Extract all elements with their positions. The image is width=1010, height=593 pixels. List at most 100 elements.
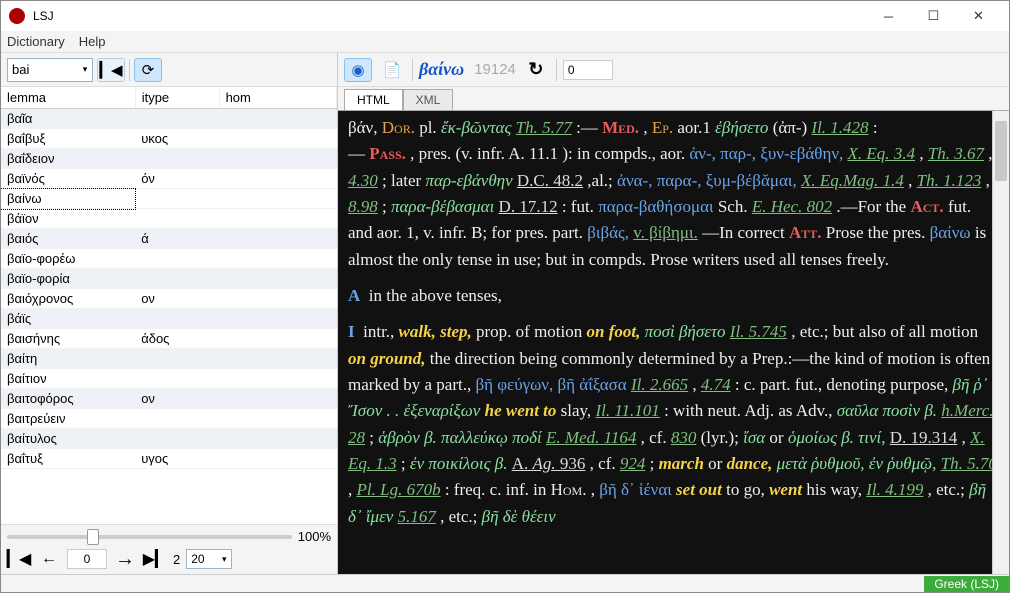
cell-lemma: βαϊο-φορέω: [1, 249, 135, 269]
col-itype[interactable]: itype: [135, 87, 219, 109]
scrollbar-thumb[interactable]: [995, 121, 1007, 181]
table-row[interactable]: βαϊο-φορία: [1, 269, 337, 289]
cell-lemma: βαΐβυξ: [1, 129, 135, 149]
left-panel: ▾ ▎◀ ⟳ lemma itype hom βαῖαβαΐβυξυκοςβαΐ…: [1, 53, 338, 574]
counter-input[interactable]: [563, 60, 613, 80]
table-row[interactable]: βαϊνόςόν: [1, 169, 337, 189]
table-row[interactable]: βαίτυλος: [1, 429, 337, 449]
table-row[interactable]: βαϊο-φορέω: [1, 249, 337, 269]
table-row[interactable]: βάϊον: [1, 209, 337, 229]
cell-itype: [135, 309, 219, 329]
cell-hom: [219, 209, 336, 229]
sync-button[interactable]: ↻: [522, 58, 550, 82]
ref-link[interactable]: Th. 5.70: [941, 454, 997, 473]
zoom-slider[interactable]: [7, 535, 292, 539]
nav-last[interactable]: ▶▎: [143, 548, 167, 570]
ref-link[interactable]: Pl. Lg. 670b: [357, 480, 441, 499]
table-row[interactable]: βάϊς: [1, 309, 337, 329]
cell-hom: [219, 389, 336, 409]
cell-itype: [135, 409, 219, 429]
nav-next[interactable]: →: [113, 548, 137, 570]
right-panel: ◉ 📄 βαίνω 19124 ↻ HTML XML βάν, Dor. pl.…: [338, 53, 1009, 574]
table-row[interactable]: βαίτιον: [1, 369, 337, 389]
dropdown-icon[interactable]: ▾: [217, 554, 231, 565]
ref-link[interactable]: X. Eq. 3.4: [848, 144, 916, 163]
entry-content[interactable]: βάν, Dor. pl. ἔκ-βῶντας Th. 5.77 :— Med.…: [338, 111, 1009, 574]
nav-first[interactable]: ▎◀: [7, 548, 31, 570]
cell-hom: [219, 129, 336, 149]
tab-html[interactable]: HTML: [344, 89, 403, 110]
table-row[interactable]: βαΐτυξυγος: [1, 449, 337, 469]
ref-link[interactable]: Th. 1.123: [917, 171, 982, 190]
ref-link[interactable]: X. Eq.Mag. 1.4: [801, 171, 904, 190]
ref-link[interactable]: 5.167: [398, 507, 436, 526]
minimize-button[interactable]: ─: [866, 1, 911, 31]
cell-hom: [219, 289, 336, 309]
ref-link[interactable]: Th. 3.67: [928, 144, 984, 163]
cell-hom: [219, 149, 336, 169]
ref-link[interactable]: E. Med. 1164: [546, 428, 636, 447]
page-size[interactable]: [187, 552, 217, 566]
ref-link[interactable]: v. βίβημι.: [633, 223, 698, 242]
ref-link[interactable]: 4.74: [701, 375, 731, 394]
table-row[interactable]: βαισήνηςάδος: [1, 329, 337, 349]
close-button[interactable]: ✕: [956, 1, 1001, 31]
dropdown-icon[interactable]: ▾: [78, 64, 92, 75]
ref-link[interactable]: 4.30: [348, 171, 378, 190]
slider-thumb[interactable]: [87, 529, 99, 545]
table-row[interactable]: βαῖα: [1, 109, 337, 129]
table-row[interactable]: βαΐδειον: [1, 149, 337, 169]
app-icon: [9, 8, 25, 24]
table-row[interactable]: βαΐβυξυκος: [1, 129, 337, 149]
cell-lemma: βαιόχρονος: [1, 289, 135, 309]
statusbar: Greek (LSJ): [1, 574, 1009, 592]
page-current[interactable]: [67, 549, 107, 569]
lemma-grid[interactable]: lemma itype hom βαῖαβαΐβυξυκοςβαΐδειονβα…: [1, 87, 337, 524]
cell-hom: [219, 109, 336, 129]
language-badge[interactable]: Greek (LSJ): [924, 576, 1009, 592]
cell-lemma: βαίτιον: [1, 369, 135, 389]
table-row[interactable]: βαιόςά: [1, 229, 337, 249]
entry-word: βαίνω: [419, 59, 464, 80]
vertical-scrollbar[interactable]: [992, 111, 1009, 574]
menu-dictionary[interactable]: Dictionary: [7, 34, 65, 49]
ref-link[interactable]: Il. 5.745: [730, 322, 787, 341]
ref-link[interactable]: 8.98: [348, 197, 378, 216]
menu-help[interactable]: Help: [79, 34, 106, 49]
cell-hom: [219, 369, 336, 389]
ref-link[interactable]: Il. 4.199: [866, 480, 923, 499]
target-button[interactable]: ◉: [344, 58, 372, 82]
cell-itype: [135, 209, 219, 229]
cell-itype: ον: [135, 289, 219, 309]
cell-hom: [219, 329, 336, 349]
search-combo[interactable]: ▾: [7, 58, 93, 82]
cell-itype: υκος: [135, 129, 219, 149]
table-row[interactable]: βαιτοφόροςον: [1, 389, 337, 409]
col-lemma[interactable]: lemma: [1, 87, 135, 109]
search-input[interactable]: [8, 62, 78, 77]
table-row[interactable]: βαιτρεύειν: [1, 409, 337, 429]
tab-xml[interactable]: XML: [403, 89, 454, 110]
col-hom[interactable]: hom: [219, 87, 336, 109]
ref-link[interactable]: Il. 1.428: [811, 118, 868, 137]
cell-itype: άδος: [135, 329, 219, 349]
cell-itype: [135, 269, 219, 289]
table-row[interactable]: βαιόχρονοςον: [1, 289, 337, 309]
page-size-combo[interactable]: ▾: [186, 549, 232, 569]
nav-prev[interactable]: ←: [37, 548, 61, 570]
ref-link[interactable]: Il. 2.665: [631, 375, 688, 394]
refresh-button[interactable]: ⟳: [134, 58, 162, 82]
cell-hom: [219, 169, 336, 189]
ref-link[interactable]: E. Hec. 802: [752, 197, 832, 216]
cell-lemma: βάϊον: [1, 209, 135, 229]
ref-link[interactable]: Th. 5.77: [516, 118, 572, 137]
ref-link[interactable]: 830: [671, 428, 697, 447]
table-row[interactable]: βαίνω: [1, 189, 337, 209]
cell-hom: [219, 269, 336, 289]
maximize-button[interactable]: ☐: [911, 1, 956, 31]
ref-link[interactable]: Il. 11.101: [595, 401, 659, 420]
ref-link[interactable]: 924: [620, 454, 646, 473]
go-first-button[interactable]: ▎◀: [97, 58, 125, 82]
table-row[interactable]: βαίτη: [1, 349, 337, 369]
tabstrip: HTML XML: [338, 87, 1009, 111]
